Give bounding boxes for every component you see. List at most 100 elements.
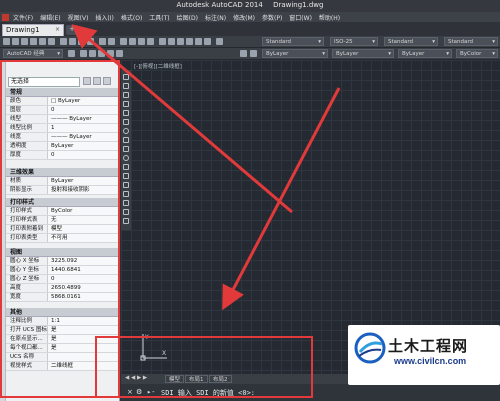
plot-style-dropdown[interactable]: ByColor ▾ [456, 49, 498, 58]
window-title: Autodesk AutoCAD 2014 Drawing1.dwg [0, 1, 500, 9]
menu-file[interactable]: 文件(F) [13, 13, 33, 22]
new-tab-button[interactable]: + [66, 25, 78, 35]
linetype-value: ByLayer [336, 51, 359, 57]
help-icon[interactable] [216, 38, 223, 45]
ellipse-icon[interactable] [123, 155, 129, 161]
layers-toolbar: AutoCAD 经典 ▾ ByLayer ▾ ByLayer ▾ ByLayer ▾ B… [0, 48, 500, 60]
civilcn-logo-icon [354, 332, 386, 364]
gradient-icon[interactable] [123, 209, 129, 215]
lineweight-control-dropdown[interactable]: ByLayer ▾ [398, 49, 452, 58]
paste-icon[interactable] [78, 38, 85, 45]
linetype-control-dropdown[interactable]: ByLayer ▾ [332, 49, 394, 58]
print-icon[interactable] [30, 38, 37, 45]
polyline-icon[interactable] [123, 92, 129, 98]
title-bar: Autodesk AutoCAD 2014 Drawing1.dwg [0, 0, 500, 12]
dim-style-dropdown[interactable]: ISO-25 ▾ [330, 37, 378, 46]
menu-view[interactable]: 视图(V) [68, 13, 89, 22]
chevron-down-icon: ▾ [432, 39, 435, 45]
match-properties-icon[interactable] [87, 38, 94, 45]
color-control-dropdown[interactable]: ByLayer ▾ [262, 49, 328, 58]
sun-icon[interactable] [98, 50, 105, 57]
make-block-icon[interactable] [123, 182, 129, 188]
chevron-down-icon: ▾ [372, 39, 375, 45]
zoom-window-icon[interactable] [138, 38, 145, 45]
viewport-controls-label[interactable]: [-][俯视][二维线框] [134, 62, 182, 70]
arc-icon[interactable] [123, 119, 129, 125]
table-style-dropdown[interactable]: Standard ▾ [384, 37, 438, 46]
chevron-down-icon: ▾ [446, 51, 449, 57]
make-current-icon[interactable] [240, 50, 247, 57]
watermark: 土木工程网 www.civilcn.com [348, 325, 500, 385]
cut-icon[interactable] [60, 38, 67, 45]
zoom-realtime-icon[interactable] [129, 38, 136, 45]
tab-drawing1[interactable]: Drawing1 × [2, 24, 64, 36]
construction-line-icon[interactable] [123, 83, 129, 89]
undo-icon[interactable] [99, 38, 106, 45]
plot-style-value: ByColor [460, 51, 482, 57]
menu-tools[interactable]: 工具(T) [149, 13, 169, 22]
menu-format[interactable]: 格式(O) [121, 13, 142, 22]
multileader-style-value: Standard [448, 39, 474, 45]
watermark-brand: 土木工程网 [388, 337, 469, 355]
lineweight-value: ByLayer [402, 51, 425, 57]
draw-toolbar [121, 70, 131, 230]
circle-icon[interactable] [123, 128, 129, 134]
workspace-dropdown[interactable]: AutoCAD 经典 ▾ [3, 49, 63, 58]
tab-label: Drawing1 [6, 26, 40, 34]
hatch-icon[interactable] [123, 200, 129, 206]
annotation-box-canvas [95, 336, 313, 398]
menu-edit[interactable]: 编辑(E) [40, 13, 60, 22]
menu-insert[interactable]: 插入(I) [95, 13, 113, 22]
multileader-style-dropdown[interactable]: Standard ▾ [444, 37, 498, 46]
spline-icon[interactable] [123, 146, 129, 152]
lightbulb-icon[interactable] [89, 50, 96, 57]
text-style-value: Standard [266, 39, 292, 45]
autocad-logo-icon[interactable] [2, 13, 9, 21]
chevron-down-icon: ▾ [322, 51, 325, 57]
new-icon[interactable] [3, 38, 10, 45]
preview-icon[interactable] [39, 38, 46, 45]
color-value: ByLayer [266, 51, 289, 57]
menu-dimension[interactable]: 标注(N) [205, 13, 226, 22]
menu-window[interactable]: 窗口(W) [289, 13, 312, 22]
chevron-down-icon: ▾ [492, 39, 495, 45]
tool-palettes-icon[interactable] [177, 38, 184, 45]
zoom-previous-icon[interactable] [147, 38, 154, 45]
publish-icon[interactable] [48, 38, 55, 45]
menu-parametric[interactable]: 参数(P) [262, 13, 282, 22]
copy-icon[interactable] [69, 38, 76, 45]
sheet-set-icon[interactable] [186, 38, 193, 45]
menu-bar: 文件(F) 编辑(E) 视图(V) 插入(I) 格式(O) 工具(T) 绘图(D… [0, 12, 500, 22]
mtext-icon[interactable] [123, 218, 129, 224]
open-icon[interactable] [12, 38, 19, 45]
chevron-down-icon: ▾ [388, 51, 391, 57]
line-icon[interactable] [123, 74, 129, 80]
lock-icon[interactable] [107, 50, 114, 57]
color-square-icon[interactable] [116, 50, 123, 57]
save-icon[interactable] [21, 38, 28, 45]
layer-properties-icon[interactable] [80, 50, 87, 57]
redo-icon[interactable] [108, 38, 115, 45]
ellipse-arc-icon[interactable] [123, 164, 129, 170]
layer-previous-icon[interactable] [250, 50, 257, 57]
text-style-dropdown[interactable]: Standard ▾ [262, 37, 324, 46]
menu-help[interactable]: 帮助(H) [319, 13, 340, 22]
insert-block-icon[interactable] [123, 173, 129, 179]
revision-cloud-icon[interactable] [123, 137, 129, 143]
menu-draw[interactable]: 绘图(D) [177, 13, 198, 22]
rectangle-icon[interactable] [123, 110, 129, 116]
table-style-value: Standard [388, 39, 414, 45]
app-title: Autodesk AutoCAD 2014 [176, 1, 263, 9]
chevron-down-icon: ▾ [492, 51, 495, 57]
menu-modify[interactable]: 修改(M) [233, 13, 255, 22]
pan-icon[interactable] [120, 38, 127, 45]
properties-icon[interactable] [159, 38, 166, 45]
chevron-down-icon: ▾ [318, 39, 321, 45]
close-tab-icon[interactable]: × [55, 26, 60, 33]
gear-icon[interactable] [68, 50, 75, 57]
quickcalc-icon[interactable] [204, 38, 211, 45]
polygon-icon[interactable] [123, 101, 129, 107]
markup-icon[interactable] [195, 38, 202, 45]
design-center-icon[interactable] [168, 38, 175, 45]
point-icon[interactable] [123, 191, 129, 197]
